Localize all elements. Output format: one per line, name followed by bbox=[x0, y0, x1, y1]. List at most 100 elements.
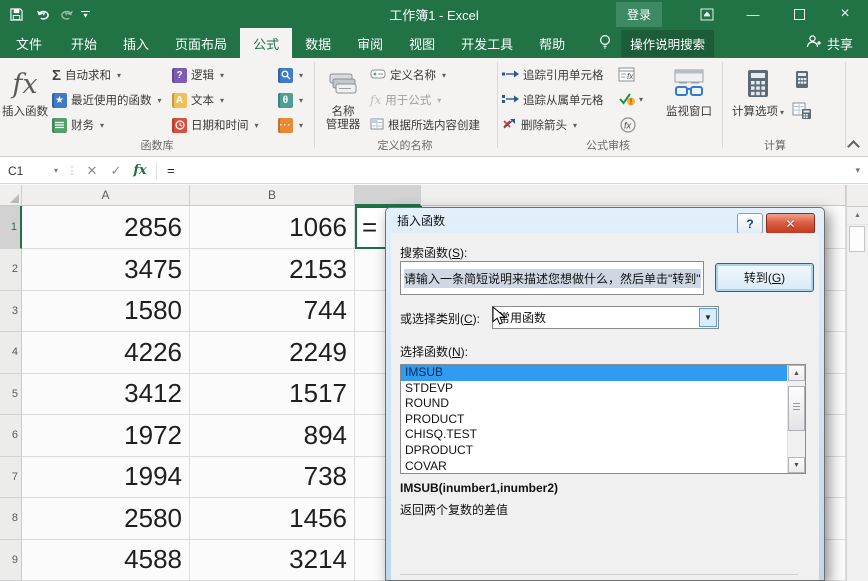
cell-a7[interactable]: 1994 bbox=[22, 457, 190, 499]
cell-a8[interactable]: 2580 bbox=[22, 498, 190, 540]
minimize-button[interactable]: — bbox=[730, 0, 776, 28]
undo-dropdown-icon[interactable]: ▾ bbox=[42, 10, 46, 18]
cell-b1[interactable]: 1066 bbox=[190, 206, 355, 249]
dialog-help-button[interactable]: ? bbox=[737, 213, 763, 234]
go-button[interactable]: 转到(G) bbox=[715, 263, 814, 292]
show-formulas-button[interactable]: fx bbox=[618, 67, 635, 82]
function-list-item[interactable]: IMSUB bbox=[401, 365, 805, 381]
cell-a2[interactable]: 3475 bbox=[22, 249, 190, 291]
tab-developer[interactable]: 开发工具 bbox=[448, 28, 526, 58]
scrollbar-thumb[interactable] bbox=[849, 226, 865, 252]
cell-b7[interactable]: 738 bbox=[190, 457, 355, 499]
tab-review[interactable]: 审阅 bbox=[344, 28, 396, 58]
column-header-c[interactable] bbox=[355, 185, 421, 206]
insert-function-fx-button[interactable]: fx bbox=[128, 163, 152, 178]
vertical-scrollbar[interactable]: ▲ bbox=[846, 185, 868, 581]
row-header-4[interactable]: 4 bbox=[0, 332, 22, 374]
redo-button[interactable]: ▾ bbox=[59, 8, 69, 21]
function-list-item[interactable]: CHISQ.TEST bbox=[401, 427, 805, 443]
tab-page-layout[interactable]: 页面布局 bbox=[162, 28, 240, 58]
column-header-a[interactable]: A bbox=[22, 185, 190, 206]
undo-button[interactable]: ▾ bbox=[36, 8, 46, 21]
row-header-8[interactable]: 8 bbox=[0, 498, 22, 540]
row-header-3[interactable]: 3 bbox=[0, 291, 22, 333]
function-list-item[interactable]: STDEVP bbox=[401, 381, 805, 397]
close-button[interactable]: × bbox=[822, 0, 868, 28]
text-button[interactable]: A文本 bbox=[172, 89, 224, 111]
lookup-reference-button[interactable] bbox=[278, 64, 303, 86]
trace-dependents-button[interactable]: 追踪从属单元格 bbox=[502, 89, 604, 111]
function-list-item[interactable]: COVAR bbox=[401, 459, 805, 474]
sign-in-button[interactable]: 登录 bbox=[616, 2, 662, 27]
tab-file[interactable]: 文件 bbox=[0, 28, 58, 58]
row-header-5[interactable]: 5 bbox=[0, 374, 22, 416]
cell-a4[interactable]: 4226 bbox=[22, 332, 190, 374]
function-list-scrollbar[interactable]: ▲ ▼ bbox=[787, 365, 805, 473]
confirm-entry-button[interactable]: ✓ bbox=[104, 163, 128, 179]
cell-a9[interactable]: 4588 bbox=[22, 540, 190, 581]
function-list-item[interactable]: PRODUCT bbox=[401, 412, 805, 428]
function-list-item[interactable]: ROUND bbox=[401, 396, 805, 412]
create-from-selection-button[interactable]: 根据所选内容创建 bbox=[370, 114, 480, 136]
watch-window-button[interactable]: 监视窗口 bbox=[660, 61, 718, 151]
error-checking-button[interactable]: ! bbox=[618, 92, 643, 106]
column-header-d[interactable] bbox=[421, 185, 846, 206]
calculate-now-button[interactable] bbox=[794, 70, 810, 90]
trace-precedents-button[interactable]: 追踪引用单元格 bbox=[502, 64, 604, 86]
share-button[interactable]: 共享 bbox=[806, 28, 868, 58]
insert-function-button[interactable]: fx 插入函数 bbox=[2, 61, 48, 151]
cell-a1[interactable]: 2856 bbox=[22, 206, 190, 249]
cell-b8[interactable]: 1456 bbox=[190, 498, 355, 540]
cell-b5[interactable]: 1517 bbox=[190, 374, 355, 416]
more-functions-button[interactable]: ··· bbox=[278, 114, 303, 136]
row-header-7[interactable]: 7 bbox=[0, 457, 22, 499]
scroll-up-icon[interactable]: ▲ bbox=[847, 206, 868, 225]
recently-used-button[interactable]: ★最近使用的函数 bbox=[52, 89, 162, 111]
financial-button[interactable]: 财务 bbox=[52, 114, 104, 136]
name-box[interactable]: C1▾ bbox=[0, 158, 64, 183]
list-scrollbar-thumb[interactable] bbox=[788, 386, 805, 431]
cell-a6[interactable]: 1972 bbox=[22, 415, 190, 457]
list-scroll-up-icon[interactable]: ▲ bbox=[788, 365, 805, 381]
dialog-close-button[interactable]: ✕ bbox=[766, 213, 815, 234]
list-scroll-down-icon[interactable]: ▼ bbox=[788, 457, 805, 473]
tab-home[interactable]: 开始 bbox=[58, 28, 110, 58]
function-list-item[interactable]: DPRODUCT bbox=[401, 443, 805, 459]
name-box-dropdown-icon[interactable]: ▾ bbox=[54, 166, 58, 175]
customize-qat-button[interactable]: ▾ bbox=[81, 11, 90, 18]
category-dropdown-arrow-icon[interactable]: ▼ bbox=[699, 308, 717, 327]
save-icon[interactable] bbox=[10, 8, 23, 21]
tell-me-search[interactable]: 操作说明搜索 bbox=[598, 28, 714, 58]
search-function-input[interactable]: 请输入一条简短说明来描述您想做什么，然后单击"转到" bbox=[400, 261, 704, 295]
column-header-b[interactable]: B bbox=[190, 185, 355, 206]
tab-view[interactable]: 视图 bbox=[396, 28, 448, 58]
cell-b4[interactable]: 2249 bbox=[190, 332, 355, 374]
formula-input[interactable]: = bbox=[161, 163, 175, 178]
remove-arrows-button[interactable]: 删除箭头 bbox=[502, 114, 577, 136]
function-listbox[interactable]: IMSUB STDEVP ROUND PRODUCT CHISQ.TEST DP… bbox=[400, 364, 806, 474]
tell-me-label[interactable]: 操作说明搜索 bbox=[621, 30, 714, 57]
date-time-button[interactable]: 日期和时间 bbox=[172, 114, 259, 136]
expand-formula-bar-icon[interactable]: ▾ bbox=[855, 165, 860, 176]
math-trig-button[interactable]: θ bbox=[278, 89, 303, 111]
row-header-9[interactable]: 9 bbox=[0, 540, 22, 581]
cell-b6[interactable]: 894 bbox=[190, 415, 355, 457]
autosum-button[interactable]: Σ自动求和 bbox=[52, 64, 121, 86]
cell-b3[interactable]: 744 bbox=[190, 291, 355, 333]
tab-data[interactable]: 数据 bbox=[292, 28, 344, 58]
row-header-2[interactable]: 2 bbox=[0, 249, 22, 291]
cell-a5[interactable]: 3412 bbox=[22, 374, 190, 416]
cancel-entry-button[interactable]: ✕ bbox=[80, 163, 104, 179]
tab-formulas[interactable]: 公式 bbox=[240, 28, 292, 58]
tab-insert[interactable]: 插入 bbox=[110, 28, 162, 58]
category-dropdown[interactable]: 常用函数 ▼ bbox=[492, 306, 719, 329]
select-all-corner[interactable] bbox=[0, 185, 22, 206]
cell-b9[interactable]: 3214 bbox=[190, 540, 355, 581]
row-header-1[interactable]: 1 bbox=[0, 206, 22, 249]
evaluate-formula-button[interactable]: fx bbox=[620, 117, 636, 133]
ribbon-display-options-button[interactable] bbox=[684, 0, 730, 28]
tab-help[interactable]: 帮助 bbox=[526, 28, 578, 58]
row-header-6[interactable]: 6 bbox=[0, 415, 22, 457]
define-name-button[interactable]: 定义名称 bbox=[370, 64, 446, 86]
cell-b2[interactable]: 2153 bbox=[190, 249, 355, 291]
